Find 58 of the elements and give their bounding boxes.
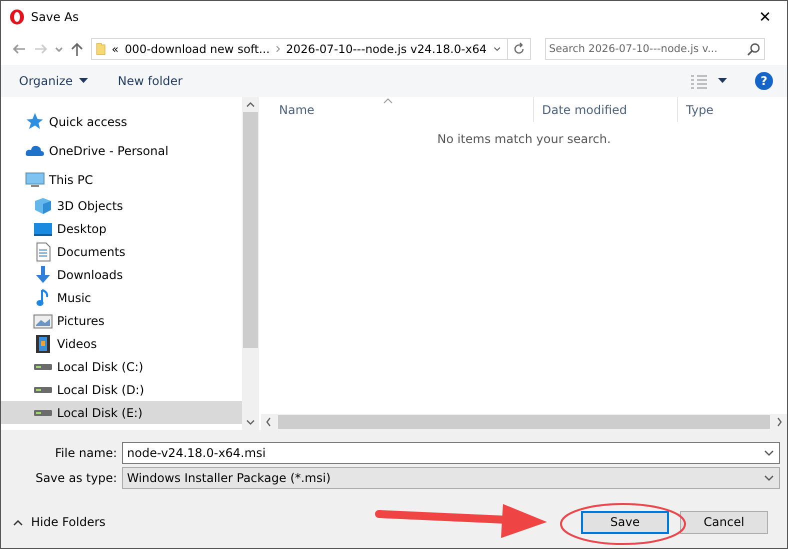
overflow-chevron[interactable]: « [112,42,119,56]
breadcrumb-item[interactable]: 000-download new soft... [124,42,270,56]
refresh-icon[interactable] [512,42,526,56]
monitor-icon [25,170,45,190]
new-folder-button[interactable]: New folder [110,70,191,91]
column-header[interactable]: Date modified [534,97,678,122]
navigation-item[interactable]: OneDrive - Personal [1,136,242,166]
navigation-item[interactable]: Desktop [1,217,242,240]
scroll-up-icon [246,102,255,108]
download-arrow-icon [33,264,53,285]
view-options-icon[interactable] [690,72,708,89]
file-type-dropdown[interactable]: Windows Installer Package (*.msi) [122,467,780,490]
drive-icon [34,410,52,416]
star-icon [25,112,45,132]
column-header[interactable]: Name [261,97,534,122]
drive-icon [34,364,52,370]
cube-icon [33,196,53,216]
scrollbar[interactable] [242,97,259,430]
search-field[interactable]: Search 2026-07-10---node.js v... [545,38,765,60]
navigation-item[interactable]: Videos [1,332,242,356]
scrollbar-thumb[interactable] [278,415,770,430]
caret-icon[interactable] [718,78,727,84]
navigation-item[interactable]: Pictures [1,309,242,332]
close-button[interactable]: ✕ [743,1,787,33]
navigation-item[interactable]: Music [1,286,242,310]
navigation-item[interactable]: Documents [1,240,242,264]
empty-message: No items match your search. [436,132,612,146]
window-title: Save As [31,10,79,24]
help-button[interactable]: ? [755,72,773,90]
field-label: Save as type: [34,471,118,486]
scroll-down-icon [246,420,255,426]
dialog-button[interactable]: Cancel [680,510,768,534]
scrollbar-thumb[interactable] [243,112,258,348]
navigation-item[interactable]: This PC [1,165,242,194]
navigation-item[interactable]: Local Disk (C:) [1,355,242,378]
navigation-item[interactable]: Downloads [1,263,242,286]
breadcrumb-separator-icon [276,44,280,54]
browser-logo-icon [9,9,25,25]
navigation-item[interactable]: 3D Objects [1,194,242,218]
column-header[interactable]: Type [678,97,787,122]
file-name-field[interactable]: node-v24.18.0-x64.msi [122,442,780,464]
drive-icon [34,386,52,393]
navigation-item[interactable]: Local Disk (D:) [1,378,242,402]
navigation-item[interactable]: Local Disk (E:) [1,401,242,424]
film-icon [33,334,53,354]
caret-icon [78,78,88,84]
search-icon [747,42,761,56]
dialog-button[interactable]: Save [581,510,669,534]
field-label: File name: [54,446,118,460]
up-arrow-icon[interactable] [69,40,85,57]
sort-ascending-icon [383,97,394,104]
chevron-up-icon [13,518,23,526]
address-bar[interactable]: « 000-download new soft... 2026-07-10---node.js v24.18.0-x64 [91,38,531,60]
hide-folders-button[interactable]: Hide Folders [1,515,106,530]
horizontal-scrollbar[interactable] [261,414,787,430]
organize-button[interactable]: Organize [11,70,96,91]
breadcrumb-item[interactable]: 2026-07-10---node.js v24.18.0-x64 [286,42,487,56]
navigation-item[interactable]: Quick access [1,107,242,136]
